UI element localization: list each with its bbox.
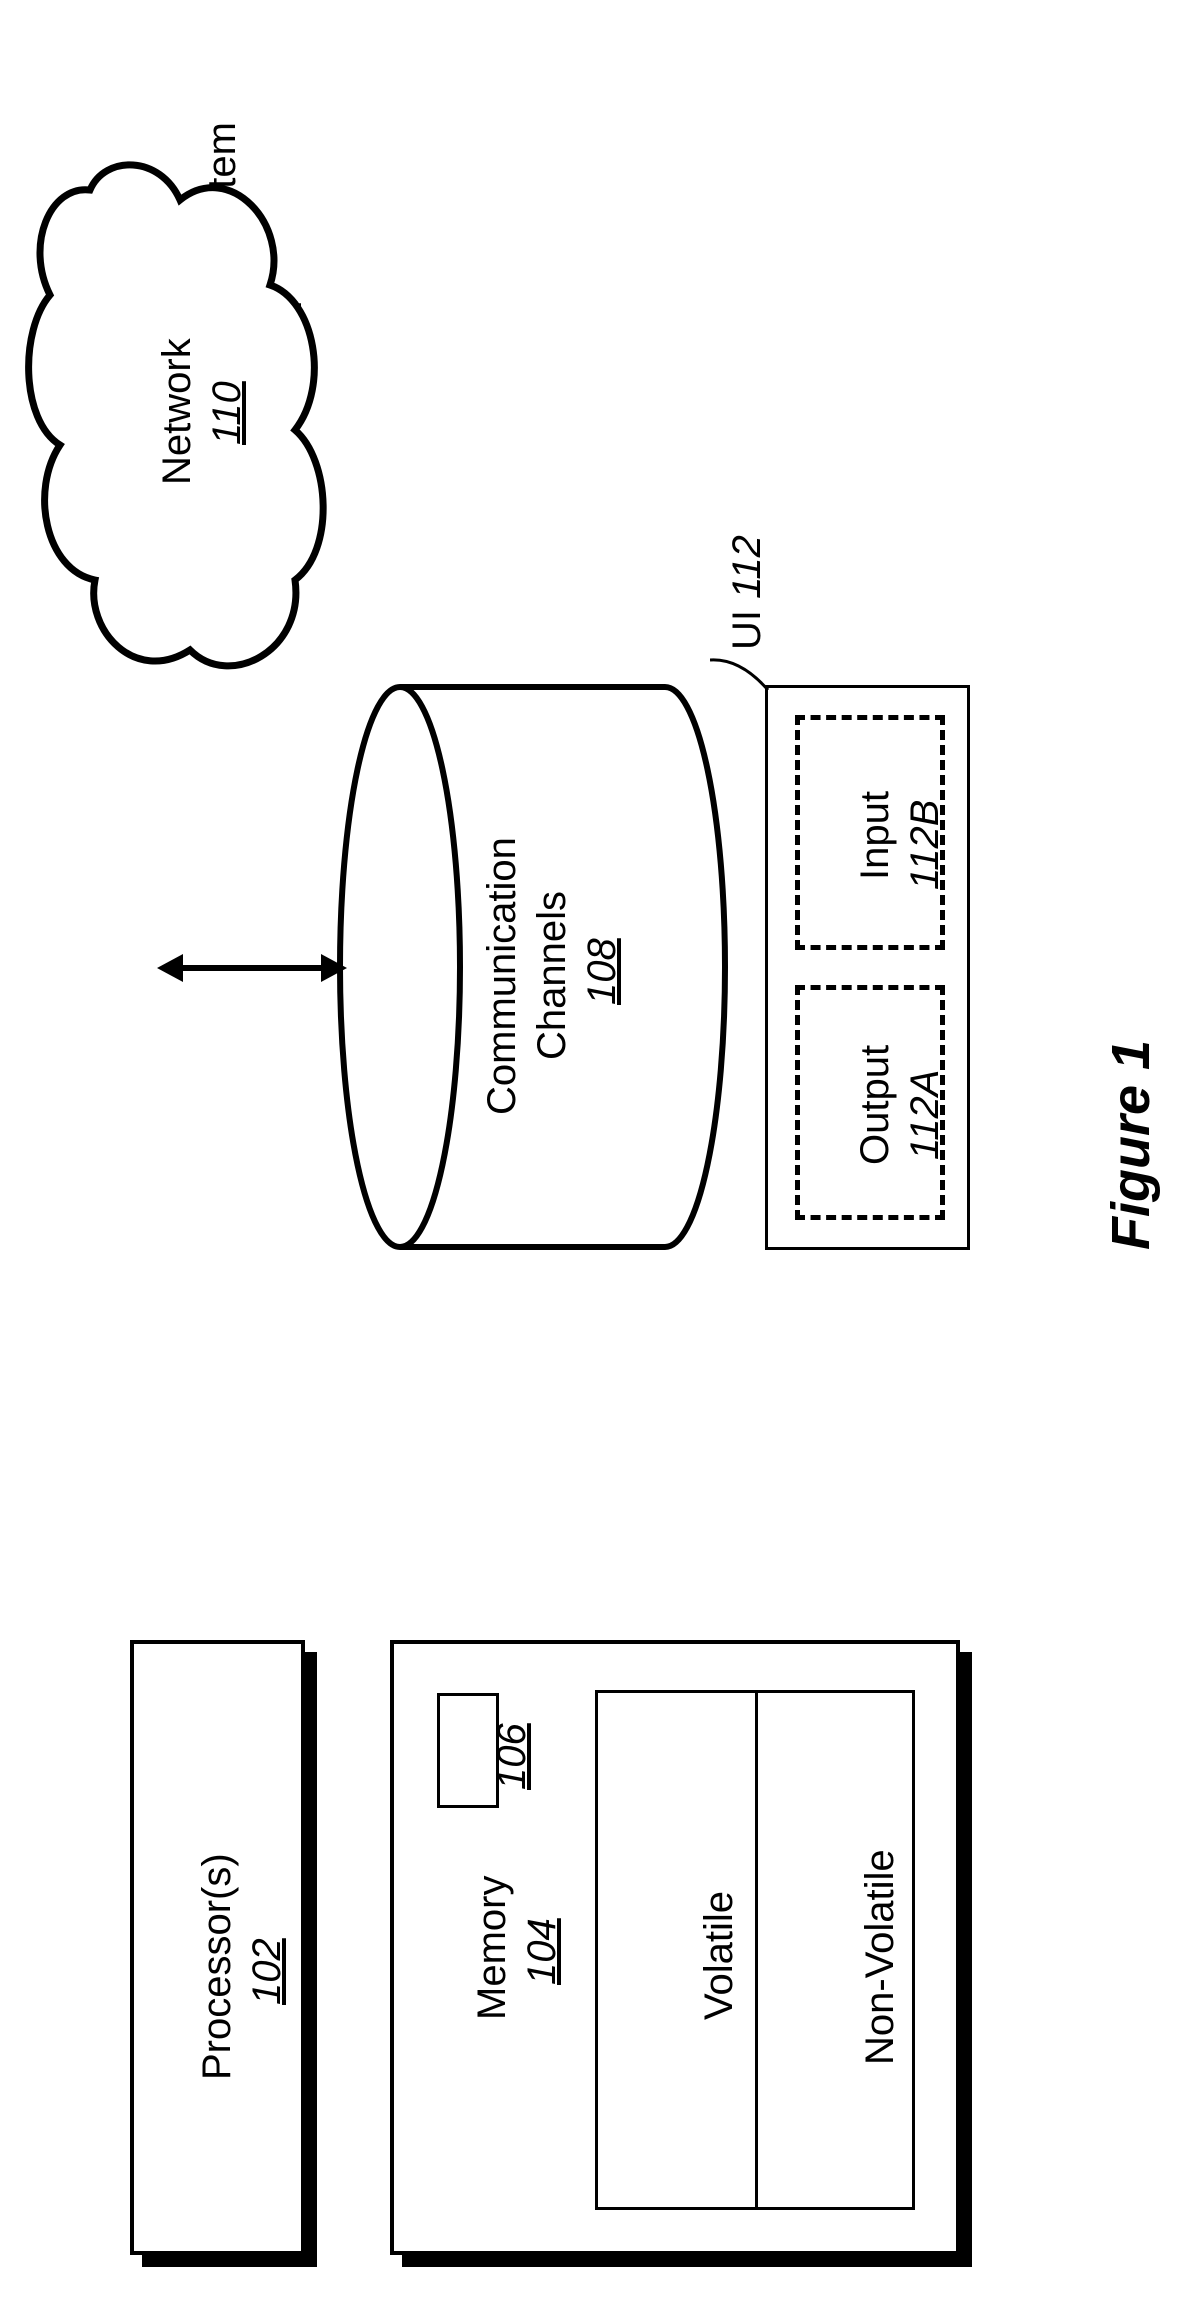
- ui-callout: UI 112: [725, 535, 770, 650]
- processors-text: Processor(s): [195, 1853, 239, 2080]
- memory-inner-ref-text: 106: [490, 1723, 534, 1790]
- comm-text1: Communication: [480, 837, 524, 1115]
- memory-inner-ref: 106: [490, 1723, 535, 1790]
- ui-output-text: Output: [853, 1045, 897, 1165]
- processors-label: Processor(s): [195, 1853, 240, 2080]
- processors-ref-text: 102: [245, 1938, 289, 2005]
- network-text: Network: [155, 338, 199, 485]
- processors-ref: 102: [245, 1938, 290, 2005]
- network-ref: 110: [205, 381, 250, 445]
- comm-ref-text: 108: [580, 938, 624, 1005]
- volatile-label: Volatile: [697, 1891, 742, 2020]
- diagram-canvas: Computing System 100 Processor(s) 102 Me…: [0, 0, 1177, 2323]
- ui-output-ref-text: 112A: [903, 1070, 947, 1160]
- memory-ref: 104: [520, 1918, 565, 1985]
- ui-input-ref-text: 112B: [903, 800, 947, 890]
- memory-label: Memory: [470, 1876, 515, 2020]
- ui-callout-ref: 112: [725, 535, 769, 599]
- comm-line1: Communication: [480, 837, 525, 1115]
- ui-input-label: Input: [853, 791, 898, 880]
- memory-ref-text: 104: [520, 1918, 564, 1985]
- memory-storage-divider: [755, 1693, 758, 2207]
- figure-caption: Figure 1: [1100, 1040, 1162, 1250]
- network-ref-text: 110: [205, 381, 249, 445]
- ui-callout-prefix: UI: [725, 599, 769, 650]
- ui-input-ref: 112B: [903, 800, 948, 890]
- ui-output-ref: 112A: [903, 1070, 948, 1160]
- nonvolatile-label: Non-Volatile: [858, 1849, 903, 2065]
- memory-text: Memory: [470, 1876, 514, 2020]
- ui-output-label: Output: [853, 1045, 898, 1165]
- comm-ref: 108: [580, 938, 625, 1005]
- figure-caption-text: Figure 1: [1101, 1040, 1161, 1250]
- ui-input-text: Input: [853, 791, 897, 880]
- comm-line2: Channels: [530, 891, 575, 1060]
- ui-leader-line: [710, 648, 780, 698]
- nonvolatile-text: Non-Volatile: [858, 1849, 902, 2065]
- bidirectional-arrow-icon: [157, 943, 347, 993]
- network-label: Network: [155, 338, 200, 485]
- comm-text2: Channels: [530, 891, 574, 1060]
- volatile-text: Volatile: [697, 1891, 741, 2020]
